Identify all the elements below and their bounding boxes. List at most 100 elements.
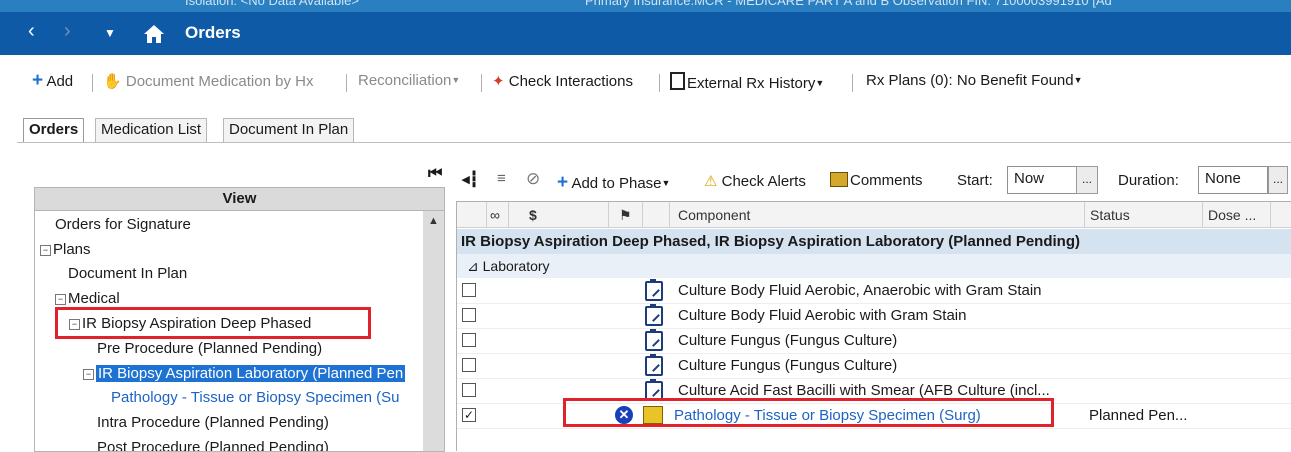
tree-item-document-in-plan[interactable]: Document In Plan [68, 263, 187, 285]
laboratory-subgroup-row[interactable]: ⊿ Laboratory [457, 254, 1291, 278]
reconciliation-button[interactable]: Reconciliation▼ [358, 72, 460, 89]
collapse-panel-icon[interactable]: ⏮ [428, 165, 442, 183]
tree-item-ir-biopsy-aspiration-laboratory[interactable]: − IR Biopsy Aspiration Laboratory (Planne… [83, 363, 406, 385]
tab-divider [17, 142, 1291, 143]
row-checkbox[interactable] [462, 308, 476, 322]
order-clipboard-icon [645, 279, 663, 301]
row-checkbox[interactable] [462, 333, 476, 347]
add-to-phase-label: Add to Phase [571, 175, 662, 192]
column-header-dose[interactable]: Dose ... [1203, 202, 1271, 228]
phase-group-row[interactable]: IR Biopsy Aspiration Deep Phased, IR Bio… [457, 229, 1291, 254]
column-header-select[interactable] [457, 202, 487, 228]
toolbar-divider [92, 74, 93, 92]
tree-item-label: Pre Procedure (Planned Pending) [97, 340, 323, 357]
row-component: Culture Body Fluid Aerobic, Anaerobic wi… [678, 282, 1042, 299]
tab-orders[interactable]: Orders [23, 118, 85, 143]
column-header-flag[interactable]: ⚑ [609, 202, 643, 228]
tree-item-label: Medical [68, 290, 120, 307]
row-checkbox[interactable] [462, 383, 476, 397]
filter-icon[interactable]: ≡ [497, 170, 506, 187]
table-row[interactable]: Culture Body Fluid Aerobic, Anaerobic wi… [457, 278, 1291, 304]
column-header-cost[interactable]: $ [509, 202, 609, 228]
row-checkbox[interactable] [462, 283, 476, 297]
order-clipboard-icon [645, 304, 663, 326]
column-header-link[interactable]: ∞ [487, 202, 509, 228]
back-arrow-icon[interactable]: ‹ [28, 20, 35, 43]
table-row[interactable]: Culture Fungus (Fungus Culture) [457, 328, 1291, 354]
link-chain-icon: ∞ [490, 207, 500, 223]
collapse-toggle-icon[interactable]: − [83, 369, 94, 380]
page-title: Orders [185, 23, 241, 42]
home-icon[interactable] [143, 24, 165, 44]
plus-icon: + [32, 70, 44, 91]
tree-item-label: Intra Procedure (Planned Pending) [97, 414, 329, 431]
table-row[interactable]: Culture Body Fluid Aerobic with Gram Sta… [457, 303, 1291, 329]
check-alerts-label: Check Alerts [721, 173, 806, 190]
plus-icon: + [557, 172, 569, 193]
cancel-icon[interactable]: ⊘ [526, 169, 540, 189]
document-medication-label: Document Medication by Hx [125, 73, 314, 90]
dropdown-arrow-icon: ▼ [1073, 75, 1083, 85]
highlight-box [563, 398, 1054, 427]
comments-icon [830, 172, 848, 187]
insurance-text: Primary Insurance:MCR - MEDICARE PART A … [585, 0, 1112, 8]
tree-item-label: Pathology - Tissue or Biopsy Specimen (S… [111, 389, 400, 406]
tab-document-in-plan[interactable]: Document In Plan [223, 118, 355, 143]
check-alerts-button[interactable]: ⚠ Check Alerts [704, 172, 806, 190]
collapse-toggle-icon[interactable]: − [55, 294, 66, 305]
tree-item-label: Plans [53, 241, 91, 258]
highlight-box [55, 307, 371, 339]
forward-arrow-icon[interactable]: › [64, 20, 71, 43]
tree-item-orders-for-signature[interactable]: Orders for Signature [55, 214, 191, 236]
reconciliation-label: Reconciliation [358, 72, 452, 89]
start-label: Start: [957, 172, 993, 189]
add-to-phase-button[interactable]: + Add to Phase▼ [557, 172, 670, 194]
start-input[interactable]: Now [1007, 166, 1077, 194]
duration-ellipsis-button[interactable]: ... [1268, 166, 1288, 194]
hand-icon: ✋ [103, 73, 122, 90]
tree-item-pathology-specimen[interactable]: Pathology - Tissue or Biopsy Specimen (S… [111, 387, 399, 409]
tree-item-pre-procedure[interactable]: Pre Procedure (Planned Pending) [97, 338, 322, 360]
tree-item-intra-procedure[interactable]: Intra Procedure (Planned Pending) [97, 412, 329, 434]
column-header-component[interactable]: Component [670, 202, 1085, 228]
dropdown-arrow-icon: ▼ [661, 178, 671, 188]
scroll-up-icon[interactable]: ▲ [428, 215, 439, 227]
row-component: Culture Fungus (Fungus Culture) [678, 357, 898, 374]
duration-input[interactable]: None [1198, 166, 1268, 194]
toolbar-divider [659, 74, 660, 92]
tree-item-label: Orders for Signature [55, 216, 191, 233]
check-interactions-button[interactable]: ✦ Check Interactions [492, 72, 633, 90]
title-bar: ‹ › ▼ Orders [0, 12, 1291, 55]
view-scrollbar[interactable]: ▲ [423, 211, 444, 451]
row-checkbox[interactable] [462, 358, 476, 372]
collapse-toggle-icon[interactable]: − [40, 245, 51, 256]
tree-item-label: Post Procedure (Planned Pending) [97, 439, 329, 452]
toolbar-divider [346, 74, 347, 92]
table-row[interactable]: Culture Fungus (Fungus Culture) [457, 353, 1291, 379]
column-header-icon[interactable] [643, 202, 670, 228]
rx-history-icon [670, 72, 685, 90]
external-rx-history-label: External Rx History [687, 75, 816, 92]
row-component: Culture Body Fluid Aerobic with Gram Sta… [678, 307, 967, 324]
collapse-triangle-icon[interactable]: ⊿ [467, 258, 479, 274]
tree-item-plans[interactable]: − Plans [40, 239, 91, 261]
start-ellipsis-button[interactable]: ... [1076, 166, 1098, 194]
dropdown-arrow-icon[interactable]: ▼ [104, 26, 116, 40]
rx-plans-button[interactable]: Rx Plans (0): No Benefit Found▼ [866, 72, 1083, 89]
external-rx-history-button[interactable]: External Rx History▼ [670, 72, 824, 92]
add-button[interactable]: + Add [32, 70, 73, 92]
scroll-left-icon[interactable]: ◂┇ [462, 170, 479, 188]
toolbar-divider [852, 74, 853, 92]
orders-toolbar: + Add ✋ Document Medication by Hx Reconc… [0, 62, 1291, 102]
comments-button[interactable]: Comments [830, 172, 923, 189]
row-checkbox[interactable]: ✓ [462, 408, 476, 422]
order-clipboard-icon [645, 354, 663, 376]
tab-medication-list[interactable]: Medication List [95, 118, 208, 143]
order-clipboard-icon [645, 329, 663, 351]
document-medication-button[interactable]: ✋ Document Medication by Hx [103, 72, 313, 90]
row-status: Planned Pen... [1089, 407, 1188, 424]
column-header-extra[interactable] [1271, 202, 1291, 228]
tree-item-label: Document In Plan [68, 265, 188, 282]
column-header-status[interactable]: Status [1085, 202, 1203, 228]
dropdown-arrow-icon: ▼ [451, 75, 461, 85]
